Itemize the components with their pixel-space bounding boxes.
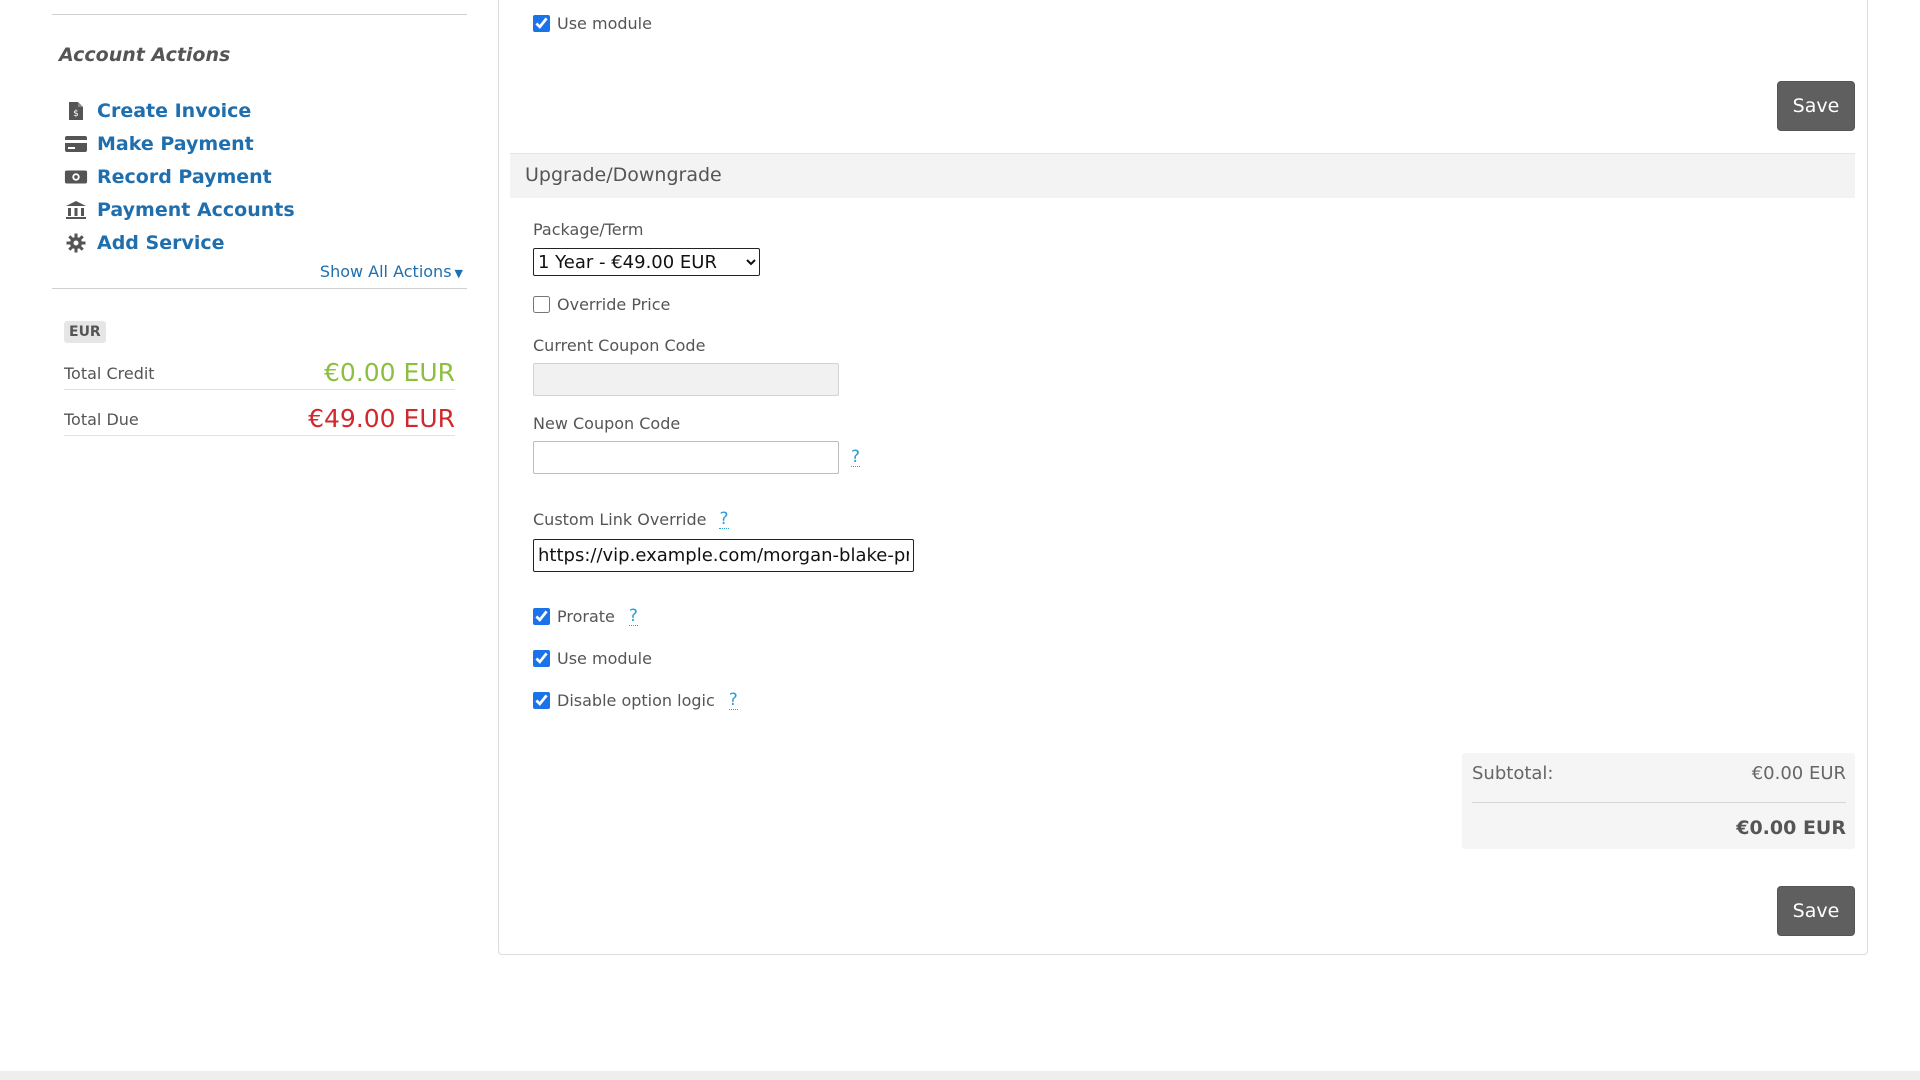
use-module-label: Use module xyxy=(557,649,652,668)
use-module-top-input[interactable] xyxy=(533,15,550,32)
bank-icon xyxy=(64,199,88,221)
money-bill-icon xyxy=(64,166,88,188)
total-due-value: €49.00 EUR xyxy=(308,404,455,433)
current-coupon-label: Current Coupon Code xyxy=(533,336,706,355)
package-term-label: Package/Term xyxy=(533,220,644,239)
prorate-checkbox[interactable]: Prorate ? xyxy=(533,607,638,626)
divider xyxy=(1472,802,1846,803)
new-coupon-help-icon[interactable]: ? xyxy=(851,449,861,467)
override-price-input[interactable] xyxy=(533,296,550,313)
record-payment-link[interactable]: Record Payment xyxy=(64,162,272,192)
prorate-input[interactable] xyxy=(533,608,550,625)
currency-badge: EUR xyxy=(64,321,106,343)
payment-accounts-link[interactable]: Payment Accounts xyxy=(64,195,295,225)
divider xyxy=(52,288,467,289)
disable-option-logic-label: Disable option logic xyxy=(557,691,715,710)
override-price-label: Override Price xyxy=(557,295,671,314)
prorate-label: Prorate xyxy=(557,607,615,626)
disable-option-logic-help-icon[interactable]: ? xyxy=(728,691,738,710)
add-service-label: Add Service xyxy=(97,232,225,254)
total-value: €0.00 EUR xyxy=(1736,817,1846,839)
override-price-checkbox[interactable]: Override Price xyxy=(533,295,670,314)
disable-option-logic-input[interactable] xyxy=(533,692,550,709)
account-actions-title: Account Actions xyxy=(59,44,231,66)
save-button-bottom[interactable]: Save xyxy=(1777,886,1855,936)
custom-link-help-icon[interactable]: ? xyxy=(719,510,729,529)
custom-link-input[interactable] xyxy=(533,539,914,572)
new-coupon-label: New Coupon Code xyxy=(533,414,681,433)
use-module-top-label: Use module xyxy=(557,14,652,33)
make-payment-link[interactable]: Make Payment xyxy=(64,129,254,159)
total-due-row: Total Due €49.00 EUR xyxy=(64,395,455,436)
create-invoice-label: Create Invoice xyxy=(97,100,252,122)
show-all-actions-link[interactable]: Show All Actions ▼ xyxy=(320,262,463,281)
caret-down-icon: ▼ xyxy=(454,267,463,280)
create-invoice-link[interactable]: $ Create Invoice xyxy=(64,96,251,126)
footer-bar xyxy=(0,1071,1920,1080)
custom-link-label: Custom Link Override xyxy=(533,510,707,529)
subtotal-value: €0.00 EUR xyxy=(1751,763,1846,784)
use-module-top-checkbox[interactable]: Use module xyxy=(533,14,652,33)
gear-icon xyxy=(64,232,88,254)
use-module-input[interactable] xyxy=(533,650,550,667)
package-term-select[interactable]: 1 Year - €49.00 EUR xyxy=(533,248,760,276)
total-credit-label: Total Credit xyxy=(64,364,155,383)
payment-accounts-label: Payment Accounts xyxy=(97,199,295,221)
svg-text:$: $ xyxy=(73,109,79,119)
upgrade-downgrade-title: Upgrade/Downgrade xyxy=(525,164,722,186)
credit-card-icon xyxy=(64,133,88,155)
total-credit-value: €0.00 EUR xyxy=(324,358,455,387)
prorate-help-icon[interactable]: ? xyxy=(628,607,638,626)
record-payment-label: Record Payment xyxy=(97,166,272,188)
make-payment-label: Make Payment xyxy=(97,133,254,155)
divider xyxy=(52,14,467,15)
file-invoice-icon: $ xyxy=(64,100,88,122)
current-coupon-input xyxy=(533,363,839,396)
totals-box: Subtotal: €0.00 EUR €0.00 EUR xyxy=(1462,753,1855,849)
total-credit-row: Total Credit €0.00 EUR xyxy=(64,349,455,390)
total-due-label: Total Due xyxy=(64,410,139,429)
save-button-top[interactable]: Save xyxy=(1777,81,1855,131)
disable-option-logic-checkbox[interactable]: Disable option logic ? xyxy=(533,691,738,710)
custom-link-label-row: Custom Link Override ? xyxy=(533,510,729,529)
use-module-checkbox[interactable]: Use module xyxy=(533,649,652,668)
add-service-link[interactable]: Add Service xyxy=(64,228,225,258)
subtotal-label: Subtotal: xyxy=(1472,763,1554,784)
show-all-actions-label: Show All Actions xyxy=(319,262,452,281)
new-coupon-input[interactable] xyxy=(533,441,839,474)
upgrade-downgrade-header: Upgrade/Downgrade xyxy=(510,153,1855,198)
